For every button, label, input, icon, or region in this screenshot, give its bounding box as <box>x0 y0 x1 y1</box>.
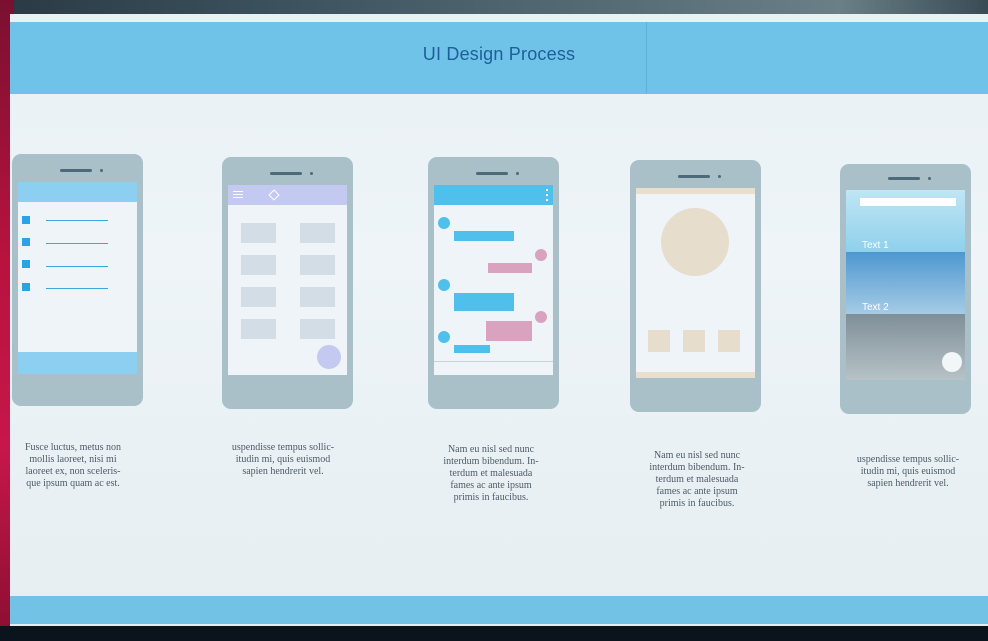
phone-3-screen <box>434 185 553 375</box>
grid-tile <box>241 287 276 307</box>
list-line <box>46 243 108 244</box>
chat-bubble-left <box>454 231 514 241</box>
background-bottom <box>0 626 988 641</box>
app-bar <box>228 185 347 205</box>
hamburger-menu-icon[interactable] <box>233 190 243 200</box>
camera-dot <box>928 177 931 180</box>
phone-4 <box>630 160 761 412</box>
phone-4-caption: Nam eu nisl sed nunc interdum bibendum. … <box>649 450 745 509</box>
header-bar: UI Design Process <box>10 22 988 94</box>
fab-icon[interactable] <box>942 352 962 372</box>
avatar <box>438 331 450 343</box>
avatar <box>438 279 450 291</box>
speaker <box>270 172 302 175</box>
text-2-label: Text 2 <box>862 302 889 313</box>
phone-2 <box>222 157 353 409</box>
chat-bubble-right <box>488 263 532 273</box>
phone-5-caption: uspendisse tempus sollic- itudin mi, qui… <box>856 454 960 489</box>
phone-1 <box>12 154 143 406</box>
phone-1-caption: Fusce luctus, metus non mollis laoreet, … <box>24 442 122 489</box>
top-strip <box>636 188 755 194</box>
profile-image <box>661 208 729 276</box>
thumbnail <box>683 330 705 352</box>
fab-icon[interactable] <box>317 345 341 369</box>
thumbnail <box>648 330 670 352</box>
grid-tile <box>300 319 335 339</box>
avatar <box>535 249 547 261</box>
overflow-menu-icon[interactable] <box>546 189 548 201</box>
grid-tile <box>300 287 335 307</box>
footer-bar <box>10 596 988 624</box>
grid-tile <box>241 255 276 275</box>
speaker <box>678 175 710 178</box>
phone-1-screen <box>18 182 137 374</box>
grid-tile <box>241 223 276 243</box>
phone-3 <box>428 157 559 409</box>
speaker <box>888 177 920 180</box>
monitor-screen: UI Design Process Fusce luctus, metus no… <box>10 14 988 628</box>
phone-2-caption: uspendisse tempus sollic- itudin mi, qui… <box>231 442 335 477</box>
speaker <box>476 172 508 175</box>
grid-tile <box>300 255 335 275</box>
list-line <box>46 266 108 267</box>
app-bar <box>18 182 137 202</box>
list-item <box>22 260 30 268</box>
chat-bubble-left <box>454 345 490 353</box>
camera-dot <box>310 172 313 175</box>
phone-2-screen <box>228 185 347 375</box>
search-bar[interactable] <box>860 198 956 206</box>
app-bar <box>434 185 553 205</box>
page-title: UI Design Process <box>422 44 576 64</box>
bottom-strip <box>636 372 755 378</box>
list-item <box>22 216 30 224</box>
bottom-bar <box>18 352 137 374</box>
list-line <box>46 288 108 289</box>
phone-5-screen: Text 1 Text 2 <box>846 190 965 380</box>
phone-4-screen <box>636 188 755 378</box>
speaker <box>60 169 92 172</box>
phone-5: Text 1 Text 2 <box>840 164 971 414</box>
grid-tile <box>241 319 276 339</box>
phone-3-caption: Nam eu nisl sed nunc interdum bibendum. … <box>443 444 539 503</box>
text-1-label: Text 1 <box>862 240 889 251</box>
grid-tile <box>300 223 335 243</box>
chat-bubble-right <box>486 321 532 341</box>
avatar <box>535 311 547 323</box>
list-item <box>22 238 30 246</box>
camera-dot <box>516 172 519 175</box>
camera-dot <box>100 169 103 172</box>
list-item <box>22 283 30 291</box>
thumbnail <box>718 330 740 352</box>
message-input[interactable] <box>434 361 553 375</box>
list-line <box>46 220 108 221</box>
avatar <box>438 217 450 229</box>
chat-bubble-left <box>454 293 514 311</box>
camera-dot <box>718 175 721 178</box>
